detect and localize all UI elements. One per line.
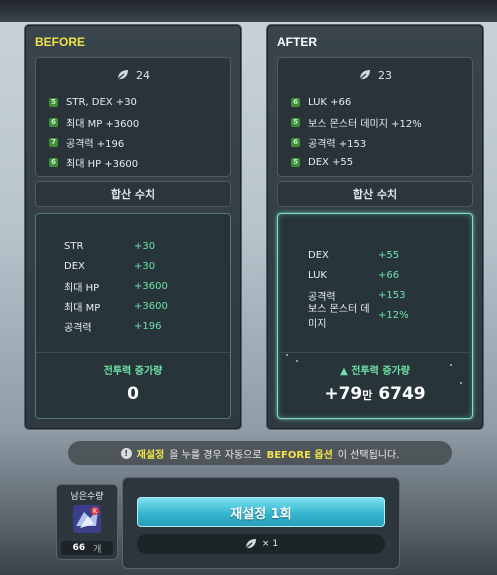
grade-badge: 6 — [291, 97, 300, 107]
sparkle — [286, 354, 288, 356]
option-text: 최대 HP +3600 — [66, 158, 139, 170]
stat-value: +30 — [134, 240, 156, 252]
grade-badge: 6 — [291, 137, 300, 147]
option-text: STR, DEX +30 — [66, 96, 137, 108]
before-option-line: 6 최대 MP +3600 — [36, 112, 230, 132]
remaining-quantity-box: 남은수량 K 66 개 — [56, 484, 118, 560]
cube-leaf-icon — [245, 539, 256, 549]
grade-badge: 6 — [49, 117, 58, 127]
remaining-label: 남은수량 — [70, 492, 104, 502]
cp-value-unit: 만 — [362, 389, 373, 402]
remaining-unit: 개 — [93, 544, 102, 555]
stat-row: 보스 몬스터 데미지 +12% — [308, 304, 409, 330]
remaining-count: 66 — [72, 543, 86, 553]
stat-name: LUK — [308, 269, 327, 281]
before-cube-count-row: 24 — [36, 58, 230, 92]
stat-row: 최대 HP +3600 — [64, 276, 168, 296]
stat-row: DEX +30 — [64, 256, 168, 276]
after-sum-title: 합산 수치 — [277, 181, 473, 207]
action-box: 재설정 1회 × 1 — [122, 477, 400, 569]
notice-text: 을 누를 경우 자동으로 — [169, 449, 262, 461]
cp-value-main: +79 — [324, 384, 363, 404]
notice-highlight: 재설정 — [136, 449, 165, 461]
before-options-box: 24 5 STR, DEX +30 6 최대 MP +3600 7 공격력 +1… — [35, 57, 231, 177]
stat-value: +55 — [378, 249, 400, 261]
after-option-line: 5 DEX +55 — [278, 152, 472, 172]
after-options-box: 23 6 LUK +66 5 보스 몬스터 데미지 +12% 6 공격력 +15… — [277, 57, 473, 177]
notice-highlight: BEFORE 옵션 — [266, 449, 333, 461]
before-stat-list: STR +30 DEX +30 최대 HP +3600 최대 MP +3600 … — [64, 236, 168, 336]
option-text: 보스 몬스터 데미지 +12% — [308, 118, 422, 130]
stat-name: DEX — [64, 260, 85, 272]
before-cube-count: 24 — [136, 68, 150, 82]
stat-row: STR +30 — [64, 236, 168, 256]
stat-value: +196 — [134, 320, 162, 332]
before-title: BEFORE — [35, 35, 86, 49]
stat-name: 최대 HP — [64, 282, 100, 294]
before-cp-value: 0 — [127, 384, 139, 404]
divider — [278, 352, 472, 353]
divider — [36, 352, 230, 353]
option-text: 공격력 +153 — [308, 138, 367, 150]
stat-name: 최대 MP — [64, 302, 101, 314]
after-title: AFTER — [277, 35, 317, 49]
cp-value-rest: 6749 — [378, 384, 426, 404]
before-option-line: 5 STR, DEX +30 — [36, 92, 230, 112]
top-bar — [0, 0, 497, 22]
stat-value: +30 — [134, 260, 156, 272]
before-panel[interactable]: BEFORE 24 5 STR, DEX +30 6 최대 MP +3600 7… — [24, 24, 242, 430]
after-sum-box[interactable]: DEX +55 LUK +66 공격력 +153 보스 몬스터 데미지 +12%… — [277, 213, 473, 419]
remaining-count-bar: 66 개 — [61, 541, 113, 555]
after-cp-label: ▲ 전투력 증가량 — [278, 362, 472, 377]
after-cp-value: +79만 6749 — [278, 384, 472, 404]
stat-row: 최대 MP +3600 — [64, 296, 168, 316]
before-sum-title: 합산 수치 — [35, 181, 231, 207]
before-cp-label: 전투력 증가량 — [103, 366, 163, 377]
grade-badge: 5 — [49, 97, 58, 107]
stat-row: DEX +55 — [308, 245, 409, 265]
stat-row: LUK +66 — [308, 265, 409, 285]
info-icon: ! — [120, 447, 132, 459]
after-option-line: 6 공격력 +153 — [278, 132, 472, 152]
stat-name: 보스 몬스터 데미지 — [308, 304, 370, 330]
after-stat-list: DEX +55 LUK +66 공격력 +153 보스 몬스터 데미지 +12% — [308, 245, 409, 331]
cost-text: × 1 — [261, 539, 279, 549]
notice-text: 이 선택됩니다. — [337, 449, 400, 461]
up-arrow-icon: ▲ — [340, 366, 348, 377]
option-text: 공격력 +196 — [66, 138, 125, 150]
option-text: 최대 MP +3600 — [66, 118, 140, 130]
stat-value: +12% — [378, 309, 409, 321]
grade-badge: 5 — [291, 117, 300, 127]
stat-name: STR — [64, 240, 84, 252]
before-option-line: 7 공격력 +196 — [36, 132, 230, 152]
grade-badge: 5 — [291, 157, 300, 167]
after-cube-count-row: 23 — [278, 58, 472, 92]
after-panel[interactable]: AFTER 23 6 LUK +66 5 보스 몬스터 데미지 +12% 6 공… — [266, 24, 484, 430]
grade-badge: 6 — [49, 157, 58, 167]
notice-bar: ! 재설정 을 누를 경우 자동으로 BEFORE 옵션 이 선택됩니다. — [68, 441, 452, 465]
stat-value: +3600 — [134, 280, 168, 292]
stat-value: +153 — [378, 289, 406, 301]
stat-name: 공격력 — [64, 322, 92, 334]
cube-item-icon: K — [73, 505, 101, 533]
after-cube-count: 23 — [378, 68, 392, 82]
reset-button[interactable]: 재설정 1회 — [137, 497, 385, 527]
stat-row: 공격력 +196 — [64, 316, 168, 336]
after-cp-label-text: 전투력 증가량 — [351, 366, 410, 377]
stat-name: DEX — [308, 249, 329, 261]
option-text: LUK +66 — [308, 96, 352, 108]
cube-leaf-icon — [117, 70, 128, 80]
before-option-line: 6 최대 HP +3600 — [36, 152, 230, 172]
before-sum-box: STR +30 DEX +30 최대 HP +3600 최대 MP +3600 … — [35, 213, 231, 419]
cost-bar: × 1 — [137, 534, 385, 554]
after-option-line: 5 보스 몬스터 데미지 +12% — [278, 112, 472, 132]
after-option-line: 6 LUK +66 — [278, 92, 472, 112]
stat-value: +3600 — [134, 300, 168, 312]
option-text: DEX +55 — [308, 156, 354, 168]
stat-value: +66 — [378, 269, 400, 281]
cube-leaf-icon — [359, 70, 370, 80]
grade-badge: 7 — [49, 137, 58, 147]
